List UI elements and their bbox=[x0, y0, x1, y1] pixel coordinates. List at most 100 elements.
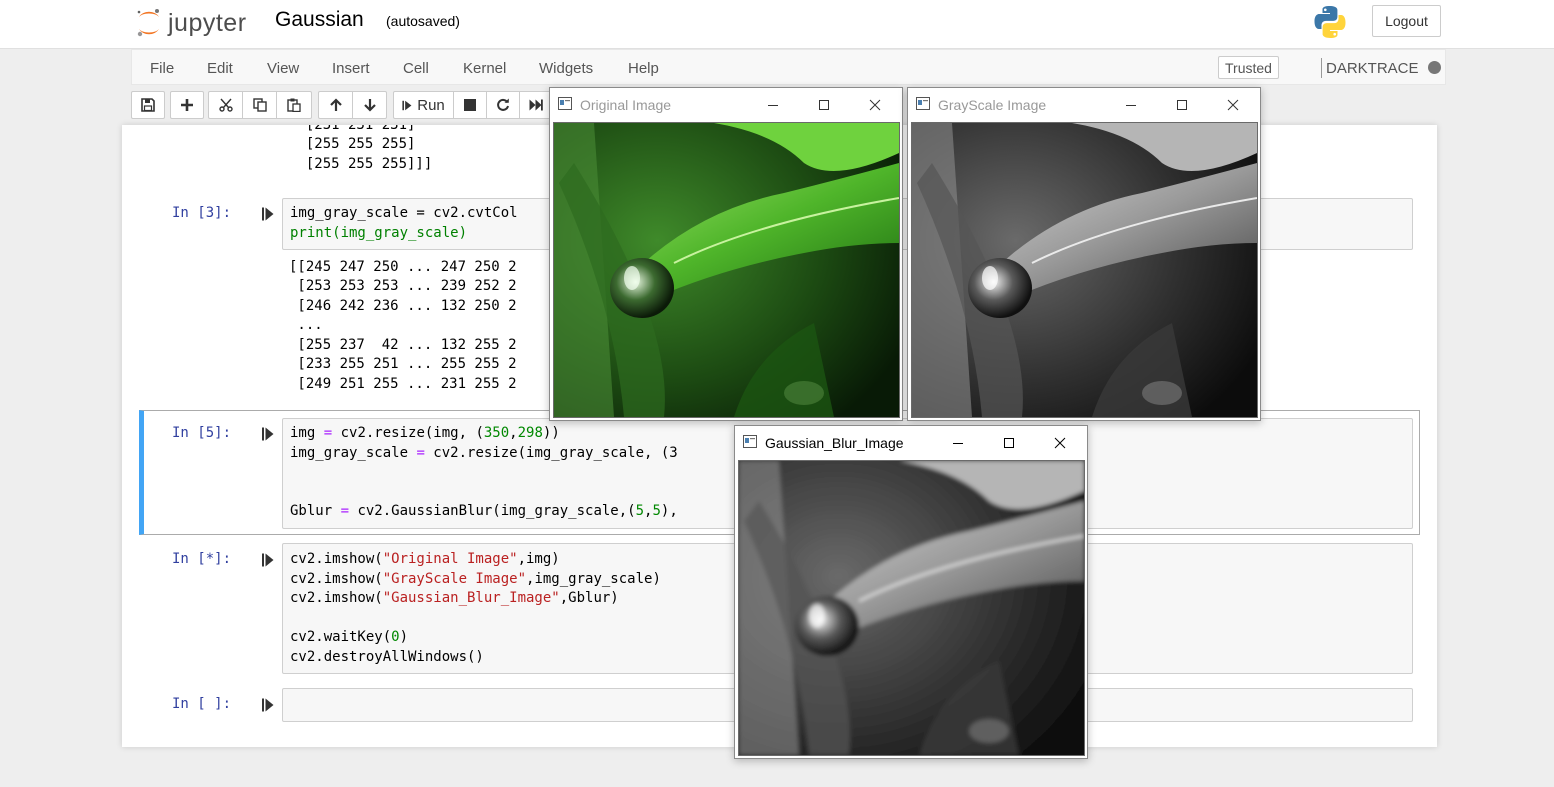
output-line: [[245 247 250 ... 247 250 2 bbox=[289, 259, 517, 275]
menu-view[interactable]: View bbox=[267, 60, 299, 77]
gaussian-blur-image-window[interactable]: Gaussian_Blur_Image bbox=[734, 425, 1088, 759]
kernel-divider bbox=[1321, 58, 1322, 78]
menu-cell[interactable]: Cell bbox=[403, 60, 429, 77]
copy-button[interactable] bbox=[242, 91, 277, 119]
autosave-status: (autosaved) bbox=[386, 13, 460, 29]
interrupt-button[interactable] bbox=[453, 91, 487, 119]
kernel-status-icon bbox=[1428, 61, 1441, 74]
python-logo-icon bbox=[1314, 6, 1346, 38]
menu-kernel[interactable]: Kernel bbox=[463, 60, 506, 77]
close-icon bbox=[869, 99, 881, 110]
cut-button[interactable] bbox=[208, 91, 243, 119]
app-window-icon bbox=[558, 97, 572, 110]
restart-run-all-button[interactable] bbox=[519, 91, 553, 119]
output-line: [246 242 236 ... 132 250 2 bbox=[289, 298, 517, 314]
gaussian-blur-image bbox=[738, 460, 1085, 756]
app-window-icon bbox=[916, 97, 930, 110]
jupyter-logo-icon bbox=[137, 9, 159, 37]
close-button[interactable] bbox=[852, 88, 898, 121]
window-title: Original Image bbox=[580, 97, 672, 113]
paste-button[interactable] bbox=[276, 91, 312, 119]
menu-file[interactable]: File bbox=[150, 60, 174, 77]
kernel-name[interactable]: DARKTRACE bbox=[1326, 60, 1419, 77]
trusted-indicator[interactable]: Trusted bbox=[1218, 56, 1279, 79]
maximize-button[interactable] bbox=[801, 88, 847, 121]
code-line: cv2.waitKey(0) bbox=[290, 629, 409, 645]
close-button[interactable] bbox=[1037, 426, 1083, 459]
code-line: Gblur = cv2.GaussianBlur(img_gray_scale,… bbox=[290, 503, 678, 519]
stop-icon bbox=[464, 99, 476, 111]
cell-prompt: In [*]: bbox=[172, 551, 232, 567]
grayscale-image-window[interactable]: GrayScale Image bbox=[907, 87, 1261, 421]
window-titlebar[interactable]: GrayScale Image bbox=[908, 88, 1260, 121]
output-line: [253 253 253 ... 239 252 2 bbox=[289, 278, 517, 294]
code-line: img_gray_scale = cv2.cvtCol bbox=[290, 205, 518, 221]
logo-text: jupyter bbox=[168, 8, 247, 37]
move-up-button[interactable] bbox=[318, 91, 353, 119]
logout-button[interactable]: Logout bbox=[1372, 5, 1441, 37]
maximize-button[interactable] bbox=[986, 426, 1032, 459]
restart-button[interactable] bbox=[486, 91, 520, 119]
output-line: [249 251 255 ... 231 255 2 bbox=[289, 376, 517, 392]
save-button[interactable] bbox=[131, 91, 165, 119]
code-line: cv2.imshow("Original Image",img) bbox=[290, 551, 560, 567]
cell-prompt: In [3]: bbox=[172, 205, 232, 221]
window-titlebar[interactable]: Gaussian_Blur_Image bbox=[735, 426, 1087, 459]
cut-icon bbox=[218, 98, 233, 112]
code-line: print(img_gray_scale) bbox=[290, 225, 468, 241]
code-line: img = cv2.resize(img, (350,298)) bbox=[290, 425, 560, 441]
minimize-button[interactable] bbox=[750, 88, 796, 121]
code-line: cv2.imshow("GrayScale Image",img_gray_sc… bbox=[290, 571, 661, 587]
output-line: [255 255 255] bbox=[289, 136, 416, 152]
run-button[interactable]: Run bbox=[393, 91, 454, 119]
plus-icon bbox=[181, 99, 193, 111]
leaf-image-blurred bbox=[739, 461, 1084, 755]
notebook-name[interactable]: Gaussian bbox=[275, 8, 364, 32]
minimize-icon bbox=[1126, 104, 1136, 106]
maximize-icon bbox=[1177, 99, 1187, 110]
original-image-window[interactable]: Original Image bbox=[549, 87, 903, 421]
run-cell-icon[interactable] bbox=[262, 207, 275, 221]
copy-icon bbox=[252, 98, 267, 112]
arrow-up-icon bbox=[329, 98, 342, 111]
cell-prompt: In [ ]: bbox=[172, 696, 232, 712]
app-window-icon bbox=[743, 435, 757, 448]
fast-forward-icon bbox=[529, 99, 543, 111]
maximize-icon bbox=[819, 99, 829, 110]
grayscale-image bbox=[911, 122, 1258, 418]
minimize-icon bbox=[953, 442, 963, 444]
run-cell-icon[interactable] bbox=[262, 427, 275, 441]
jupyter-logo[interactable]: jupyter bbox=[136, 5, 247, 41]
menu-insert[interactable]: Insert bbox=[332, 60, 370, 77]
minimize-icon bbox=[768, 104, 778, 106]
window-title: Gaussian_Blur_Image bbox=[765, 435, 904, 451]
menu-help[interactable]: Help bbox=[628, 60, 659, 77]
menu-edit[interactable]: Edit bbox=[207, 60, 233, 77]
arrow-down-icon bbox=[363, 99, 376, 112]
run-cell-icon[interactable] bbox=[262, 698, 275, 712]
close-icon bbox=[1054, 437, 1066, 448]
menu-widgets[interactable]: Widgets bbox=[539, 60, 593, 77]
menubar: File Edit View Insert Cell Kernel Widget… bbox=[131, 49, 1446, 85]
window-titlebar[interactable]: Original Image bbox=[550, 88, 902, 121]
window-title: GrayScale Image bbox=[938, 97, 1047, 113]
maximize-icon bbox=[1004, 437, 1014, 448]
maximize-button[interactable] bbox=[1159, 88, 1205, 121]
close-button[interactable] bbox=[1210, 88, 1256, 121]
minimize-button[interactable] bbox=[935, 426, 981, 459]
run-label: Run bbox=[417, 96, 445, 114]
output-line: ... bbox=[289, 317, 323, 333]
run-cell-icon[interactable] bbox=[262, 553, 275, 567]
code-line: cv2.imshow("Gaussian_Blur_Image",Gblur) bbox=[290, 590, 619, 606]
leaf-image-color bbox=[554, 123, 899, 417]
restart-icon bbox=[497, 98, 509, 111]
close-icon bbox=[1227, 99, 1239, 110]
paste-icon bbox=[287, 98, 301, 112]
insert-cell-button[interactable] bbox=[170, 91, 204, 119]
move-down-button[interactable] bbox=[352, 91, 387, 119]
output-line: [233 255 251 ... 255 255 2 bbox=[289, 356, 517, 372]
save-icon bbox=[141, 98, 155, 112]
code-line: img_gray_scale = cv2.resize(img_gray_sca… bbox=[290, 445, 678, 461]
output-line: [255 237 42 ... 132 255 2 bbox=[289, 337, 517, 353]
minimize-button[interactable] bbox=[1108, 88, 1154, 121]
